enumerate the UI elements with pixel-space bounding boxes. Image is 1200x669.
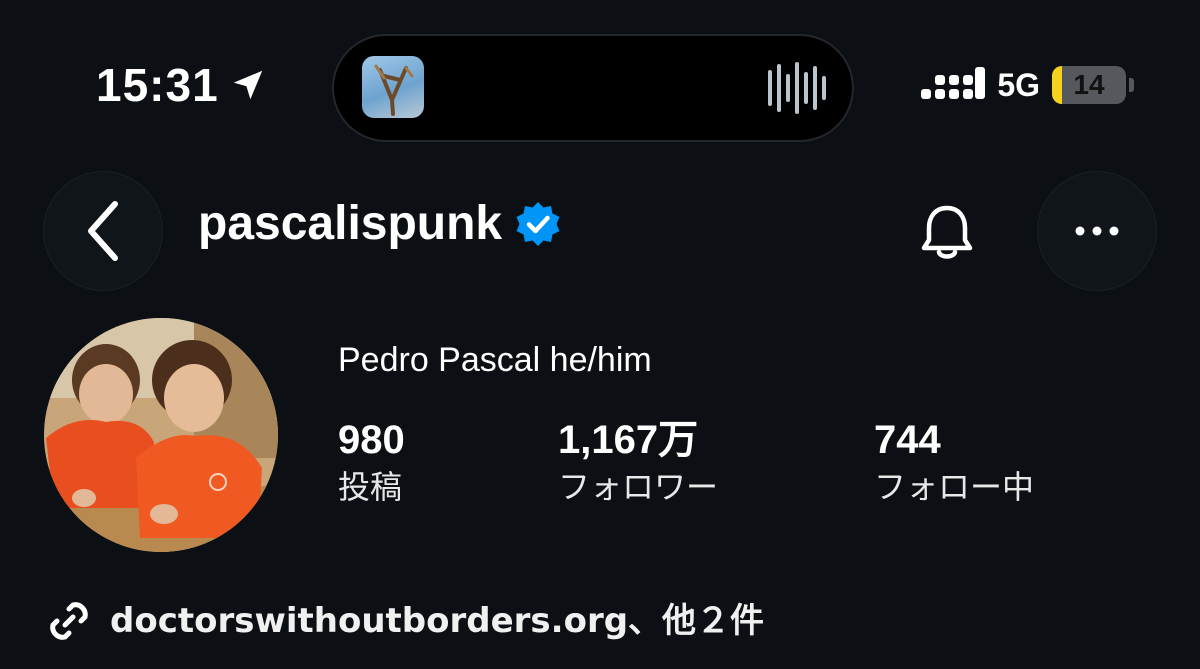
following-label: フォロー中 — [874, 468, 1035, 506]
verified-badge-icon — [516, 202, 560, 246]
following-count: 744 — [874, 418, 941, 462]
back-button[interactable] — [44, 172, 162, 290]
following-stat[interactable]: 744 フォロー中 — [874, 420, 1034, 505]
posts-label: 投稿 — [338, 468, 403, 506]
bio-link[interactable]: doctorswithoutborders.org、他２件 — [44, 596, 764, 646]
more-options-button[interactable] — [1038, 172, 1156, 290]
more-dots-icon — [1075, 226, 1119, 236]
status-indicators: 5G 14 — [921, 66, 1134, 104]
battery-icon: 14 — [1052, 66, 1126, 104]
posts-count: 980 — [338, 418, 405, 462]
display-name: Pedro Pascal he/him — [338, 341, 652, 379]
notifications-bell-button[interactable] — [912, 198, 982, 268]
status-time: 15:31 — [96, 59, 219, 111]
cellular-signal-icon — [921, 67, 986, 99]
now-playing-artwork — [362, 56, 424, 118]
battery-percentage: 14 — [1073, 69, 1105, 100]
posts-stat[interactable]: 980 投稿 — [338, 420, 405, 505]
profile-username-header: pascalispunk — [198, 200, 562, 248]
followers-count: 1,167万 — [558, 418, 699, 462]
audio-waveform-icon — [768, 62, 826, 114]
battery-nub — [1129, 78, 1134, 92]
location-arrow-icon — [233, 70, 262, 100]
followers-label: フォロワー — [558, 468, 719, 506]
link-icon — [50, 602, 88, 640]
profile-avatar[interactable] — [44, 318, 278, 552]
back-chevron-icon — [88, 201, 118, 261]
network-type: 5G — [997, 67, 1040, 103]
followers-stat[interactable]: 1,167万 フォロワー — [558, 420, 718, 505]
dynamic-island[interactable] — [334, 36, 852, 140]
time-group: 15:31 — [96, 62, 267, 108]
username: pascalispunk — [198, 197, 503, 250]
status-bar: 15:31 5G 14 — [0, 0, 1200, 170]
link-text: doctorswithoutborders.org、他２件 — [110, 601, 765, 641]
bell-icon — [921, 205, 973, 259]
